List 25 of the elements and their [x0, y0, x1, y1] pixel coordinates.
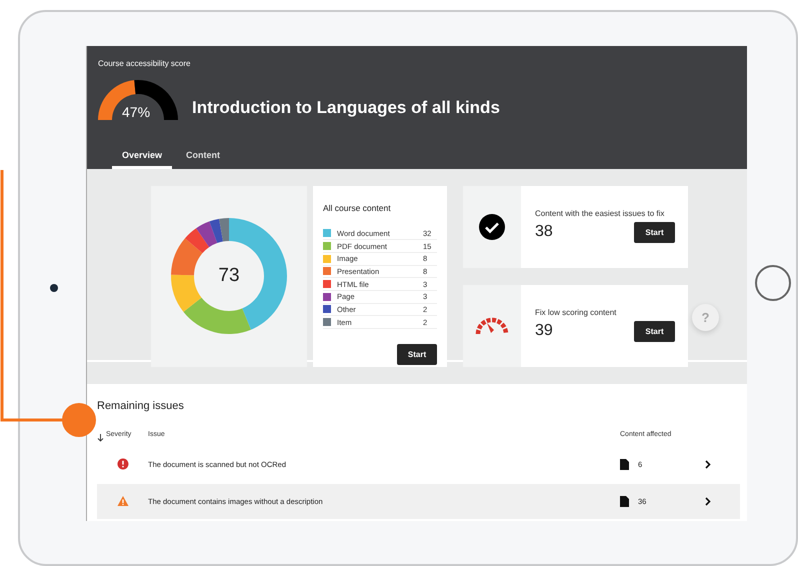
- chevron-right-icon: [705, 496, 711, 506]
- error-icon: [116, 458, 128, 470]
- course-title: Introduction to Languages of all kinds: [192, 98, 500, 118]
- warning-icon: [116, 495, 128, 507]
- card-title: All course content: [323, 202, 392, 212]
- document-icon: [620, 458, 629, 470]
- item-count: 38: [535, 223, 554, 241]
- camera-icon: [50, 284, 58, 292]
- tab[interactable]: Content: [176, 150, 230, 168]
- section-title: Remaining issues: [97, 400, 185, 412]
- item-count: 39: [535, 322, 554, 340]
- card-title: Content with the easiest issues to fix: [535, 208, 666, 218]
- sort-arrow-icon: [97, 434, 104, 442]
- chevron-right-icon: [705, 460, 711, 468]
- start-button[interactable]: Start: [397, 344, 437, 365]
- score-value: 47%: [122, 104, 150, 120]
- start-button[interactable]: Start: [634, 320, 675, 342]
- home-button[interactable]: [755, 265, 791, 301]
- content-total: 73: [218, 265, 240, 287]
- document-icon: [620, 496, 629, 506]
- start-button[interactable]: Start: [634, 222, 675, 242]
- card-title: Fix low scoring content: [535, 308, 618, 316]
- speedometer-icon: [475, 316, 509, 334]
- score-caption: Course accessibility score: [98, 58, 192, 68]
- checkmark-icon: [479, 214, 505, 240]
